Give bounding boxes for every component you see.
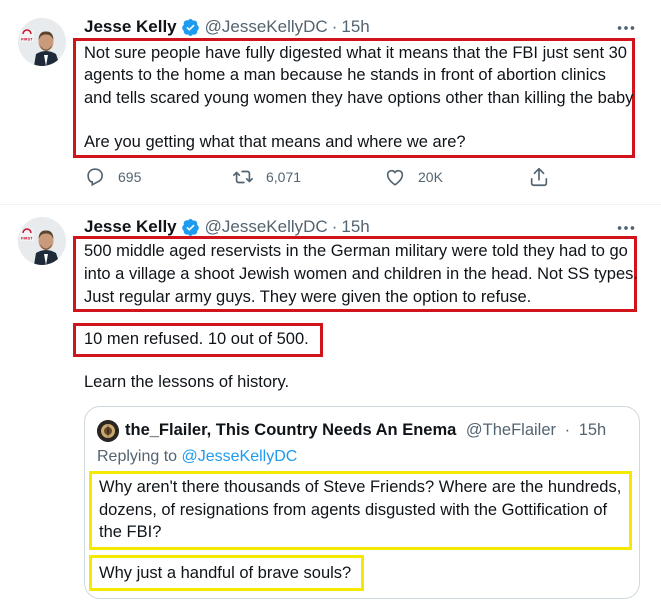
quote-timestamp[interactable]: 15h bbox=[579, 421, 607, 439]
tweet-header: Jesse Kelly @JesseKellyDC · 15h bbox=[84, 16, 370, 38]
quote-author-name[interactable]: the_Flailer, This Country Needs An Enema bbox=[125, 421, 456, 439]
more-icon[interactable] bbox=[615, 17, 637, 39]
tweet-text-line: Not sure people have fully digested what… bbox=[84, 44, 627, 62]
quote-text-line: dozens, of resignations from agents disg… bbox=[99, 501, 608, 519]
quote-avatar[interactable] bbox=[97, 420, 119, 442]
timestamp[interactable]: 15h bbox=[341, 217, 369, 237]
quote-avatar-image bbox=[97, 420, 119, 442]
quoted-tweet[interactable]: the_Flailer, This Country Needs An Enema… bbox=[84, 406, 640, 599]
share-icon bbox=[530, 167, 548, 187]
quote-text-line: Why just a handful of brave souls? bbox=[99, 564, 352, 582]
retweet-icon bbox=[233, 170, 253, 184]
author-handle[interactable]: @JesseKellyDC bbox=[205, 217, 328, 237]
retweet-button[interactable]: 6,071 bbox=[232, 164, 301, 190]
like-button[interactable]: 20K bbox=[384, 164, 443, 190]
avatar[interactable]: FIRST bbox=[18, 217, 66, 265]
author-name[interactable]: Jesse Kelly bbox=[84, 217, 177, 237]
tweet-text-line: Learn the lessons of history. bbox=[84, 373, 290, 391]
avatar-image: FIRST bbox=[18, 217, 66, 265]
author-handle[interactable]: @JesseKellyDC bbox=[205, 17, 328, 37]
separator-dot: · bbox=[564, 421, 571, 439]
avatar-image: FIRST bbox=[18, 18, 66, 66]
tweet-text-line: agents to the home a man because he stan… bbox=[84, 66, 606, 84]
avatar[interactable]: FIRST bbox=[18, 18, 66, 66]
verified-badge-icon bbox=[181, 218, 199, 236]
quote-header: the_Flailer, This Country Needs An Enema… bbox=[125, 421, 606, 440]
replying-prefix: Replying to bbox=[97, 448, 178, 465]
quote-text-line: Why aren't there thousands of Steve Frie… bbox=[99, 478, 622, 496]
timestamp[interactable]: 15h bbox=[341, 17, 369, 37]
share-button[interactable] bbox=[528, 164, 550, 190]
tweet-text-line: Just regular army guys. They were given … bbox=[84, 288, 532, 306]
quote-author-handle[interactable]: @TheFlailer bbox=[466, 421, 556, 439]
tweet-actions: 695 6,071 20K bbox=[84, 164, 564, 190]
separator-dot: · bbox=[331, 217, 338, 236]
tweet-2[interactable]: FIRST Jesse Kelly @JesseKellyDC · 15h 50… bbox=[0, 205, 661, 605]
verified-badge-icon bbox=[181, 18, 199, 36]
replying-to: Replying to @JesseKellyDC bbox=[97, 448, 297, 466]
like-count: 20K bbox=[418, 169, 443, 185]
replying-to-link[interactable]: @JesseKellyDC bbox=[182, 448, 298, 465]
like-icon bbox=[386, 169, 404, 186]
tweet-text-line: Are you getting what that means and wher… bbox=[84, 133, 466, 151]
author-name[interactable]: Jesse Kelly bbox=[84, 17, 177, 37]
tweet-text-line: 10 men refused. 10 out of 500. bbox=[84, 330, 309, 348]
avatar-badge-text: FIRST bbox=[21, 236, 33, 241]
tweet-header: Jesse Kelly @JesseKellyDC · 15h bbox=[84, 216, 370, 238]
reply-count: 695 bbox=[118, 169, 142, 185]
separator-dot: · bbox=[331, 17, 338, 36]
tweet-text-line: into a village a shoot Jewish women and … bbox=[84, 265, 638, 283]
reply-icon bbox=[87, 168, 103, 187]
quote-text-line: the FBI? bbox=[99, 523, 162, 541]
tweet-text-line: 500 middle aged reservists in the German… bbox=[84, 242, 628, 260]
reply-button[interactable]: 695 bbox=[84, 164, 141, 190]
tweet-1[interactable]: FIRST Jesse Kelly @JesseKellyDC · 15h No… bbox=[0, 0, 661, 204]
avatar-badge-text: FIRST bbox=[21, 37, 33, 42]
tweet-text-line: and tells scared young women they have o… bbox=[84, 89, 634, 107]
retweet-count: 6,071 bbox=[266, 169, 302, 185]
